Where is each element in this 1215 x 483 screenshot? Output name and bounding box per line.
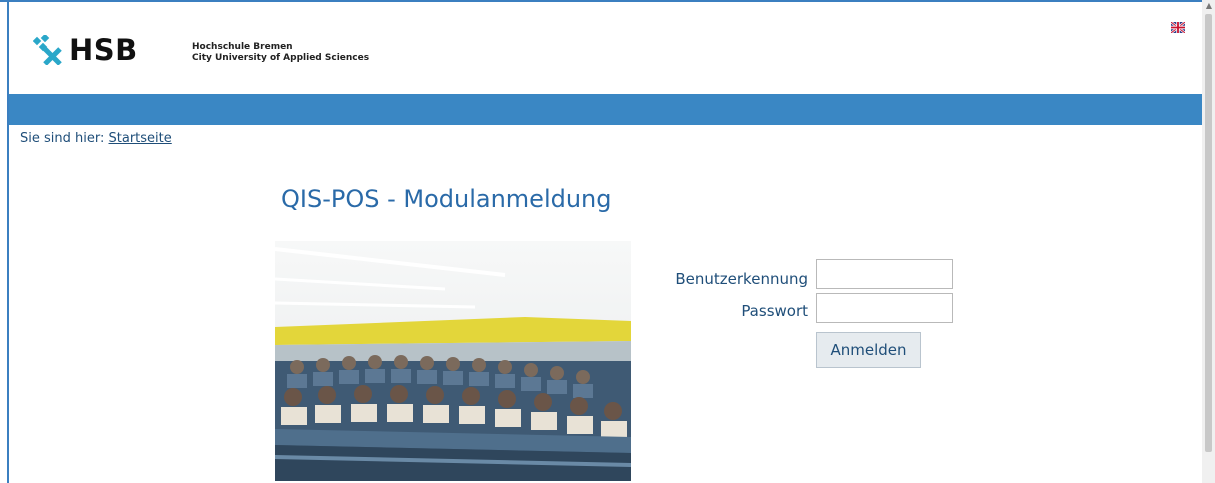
lecture-hall-photo: [275, 241, 631, 481]
breadcrumb: Sie sind hier: Startseite: [20, 131, 172, 146]
hsb-logo-mark-icon: [33, 35, 62, 65]
scroll-up-arrow-icon[interactable]: ▲: [1206, 2, 1212, 10]
hsb-logo[interactable]: HSB: [33, 32, 138, 68]
password-input[interactable]: [816, 293, 953, 323]
vertical-scrollbar[interactable]: ▲: [1202, 0, 1215, 483]
university-name-line-2: City University of Applied Sciences: [192, 53, 370, 63]
window-frame-top: [0, 0, 1202, 2]
university-name-line-1: Hochschule Bremen: [192, 42, 293, 52]
breadcrumb-home-link[interactable]: Startseite: [109, 131, 172, 146]
page-title: QIS-POS - Modulanmeldung: [281, 185, 612, 213]
password-label: Passwort: [741, 302, 808, 320]
scroll-thumb[interactable]: [1205, 14, 1212, 452]
login-button[interactable]: Anmelden: [816, 332, 921, 368]
username-label: Benutzerkennung: [675, 270, 808, 288]
window-frame-left: [7, 0, 9, 483]
breadcrumb-prefix: Sie sind hier:: [20, 131, 105, 146]
uk-flag-icon[interactable]: [1171, 22, 1185, 33]
university-name: Hochschule Bremen City University of App…: [192, 42, 369, 64]
navigation-bar: [9, 94, 1202, 125]
logo-text: HSB: [69, 33, 138, 67]
username-input[interactable]: [816, 259, 953, 289]
